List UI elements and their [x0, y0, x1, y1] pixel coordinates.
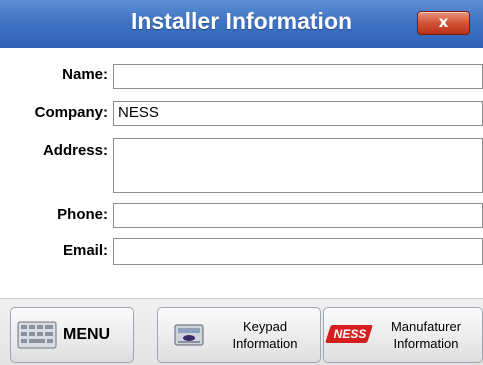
- phone-field[interactable]: [113, 203, 483, 228]
- name-label: Name:: [62, 66, 108, 83]
- keypad-info-label: Keypad Information: [232, 319, 298, 351]
- address-label: Address:: [42, 142, 108, 159]
- address-field[interactable]: [113, 138, 483, 193]
- keypad-icon: [174, 324, 204, 346]
- window-title: Installer Information: [130, 8, 353, 34]
- keypad-information-button[interactable]: Keypad Information: [157, 307, 321, 363]
- name-field[interactable]: [113, 64, 483, 89]
- phone-label: Phone:: [57, 206, 108, 223]
- title-bar: Installer Information x: [0, 0, 483, 49]
- manufacturer-info-label: Manufaturer Information: [390, 319, 462, 351]
- ness-logo-text: NESS: [333, 327, 367, 341]
- email-label: Email:: [62, 242, 108, 259]
- menu-label: MENU: [63, 326, 111, 343]
- bottom-toolbar: MENU Keypad Information NESS Manufaturer…: [0, 298, 483, 365]
- company-label: Company:: [34, 104, 108, 121]
- company-field[interactable]: NESS: [113, 101, 483, 126]
- manufacturer-information-button[interactable]: NESS Manufaturer Information: [323, 307, 483, 363]
- installer-form: Name: Company: NESS Address: Phone: Emai…: [0, 48, 483, 298]
- menu-button[interactable]: MENU: [10, 307, 134, 363]
- keyboard-icon: [17, 321, 57, 349]
- email-field[interactable]: [113, 238, 483, 265]
- close-icon: x: [438, 13, 449, 31]
- close-button[interactable]: x: [417, 11, 470, 35]
